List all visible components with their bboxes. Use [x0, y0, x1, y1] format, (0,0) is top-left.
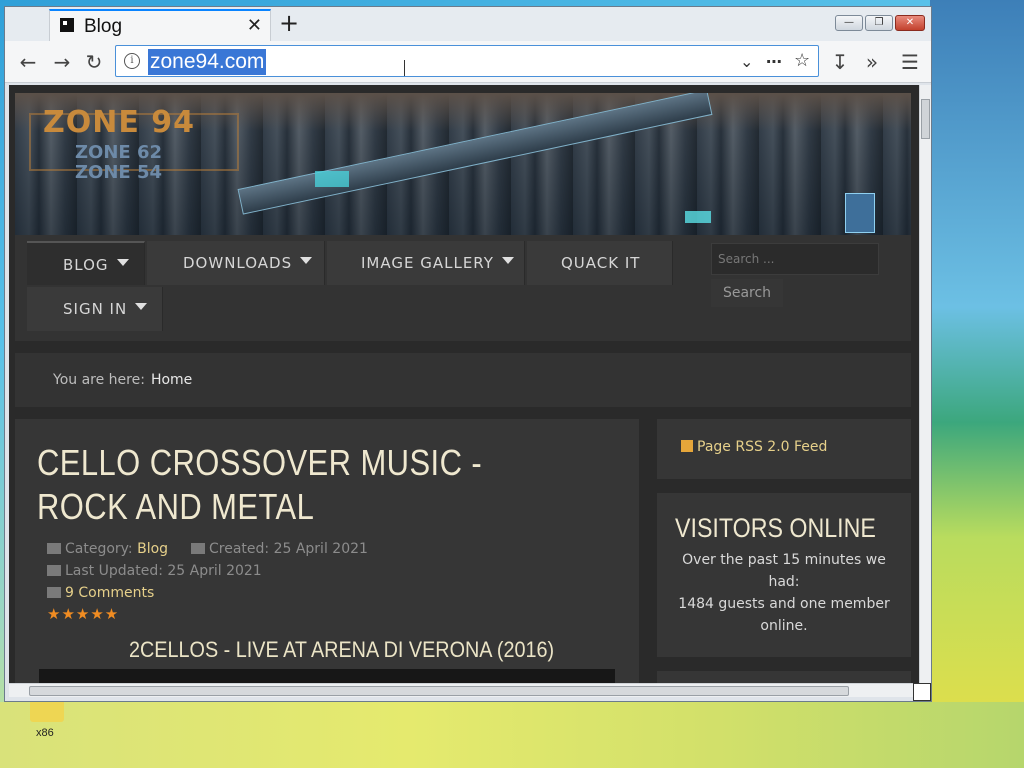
search-input[interactable]: Search ... — [711, 243, 879, 275]
new-tab-button[interactable]: + — [279, 9, 299, 37]
article-subheading: 2CELLOS - LIVE AT ARENA DI VERONA (2016) — [129, 637, 555, 662]
reload-icon[interactable]: ↻ — [81, 49, 107, 75]
menu-sign-in[interactable]: SIGN IN — [27, 287, 163, 331]
back-arrow-icon[interactable]: ← — [15, 49, 41, 75]
comment-icon — [47, 587, 61, 598]
category-link[interactable]: Blog — [137, 541, 168, 557]
tab-title: Blog — [84, 16, 123, 37]
video-embed[interactable] — [39, 669, 615, 683]
url-text[interactable]: zone94.com — [148, 49, 267, 75]
site-banner: ZONE 94 ZONE 62 ZONE 54 — [15, 93, 911, 235]
minimize-button[interactable]: — — [835, 15, 863, 31]
menu-quack-it[interactable]: QUACK IT — [527, 241, 673, 285]
menu-downloads-label: DOWNLOADS — [183, 254, 293, 272]
rating-stars[interactable]: ★★★★★ — [47, 605, 119, 623]
menu-image-gallery-label: IMAGE GALLERY — [361, 254, 494, 272]
close-window-button[interactable]: ✕ — [895, 15, 925, 31]
download-icon[interactable]: ↧ — [827, 49, 853, 75]
banner-light — [685, 211, 711, 223]
created-date: Created: 25 April 2021 — [209, 541, 368, 557]
menu-image-gallery[interactable]: IMAGE GALLERY — [327, 241, 525, 285]
menu-blog-label: BLOG — [63, 256, 109, 274]
browser-window: Blog ✕ + — ❐ ✕ ← → ↻ i zone94.com ⌄ ⋯ ☆ … — [4, 6, 932, 702]
rss-link[interactable]: Page RSS 2.0 Feed — [697, 439, 827, 455]
navigation-toolbar: ← → ↻ i zone94.com ⌄ ⋯ ☆ ↧ » ☰ — [5, 41, 931, 83]
text-cursor-icon — [404, 60, 406, 76]
desktop-folder-icon[interactable] — [30, 700, 64, 722]
logo-sub-line: ZONE 62 — [75, 142, 163, 163]
article-title[interactable]: CELLO CROSSOVER MUSIC - ROCK AND METAL — [37, 441, 519, 529]
folder-icon — [47, 543, 61, 554]
menu-quack-it-label: QUACK IT — [561, 254, 641, 272]
web-content: ZONE 94 ZONE 62 ZONE 54 BLOG DOWNLOADS I… — [9, 85, 919, 683]
banner-light — [315, 171, 349, 187]
hamburger-menu-icon[interactable]: ☰ — [897, 49, 923, 75]
desktop-icon-label: x86 — [36, 727, 54, 739]
caret-down-icon — [116, 259, 129, 266]
breadcrumb: You are here: Home — [15, 353, 911, 407]
caret-down-icon — [501, 257, 514, 264]
site-logo-sub: ZONE 62 ZONE 54 — [75, 143, 162, 183]
article-updated: Last Updated: 25 April 2021 — [47, 563, 262, 579]
menu-sign-in-label: SIGN IN — [63, 300, 128, 318]
article-created: Created: 25 April 2021 — [191, 541, 368, 557]
forward-arrow-icon[interactable]: → — [49, 49, 75, 75]
calendar-icon — [47, 565, 61, 576]
visitors-online-module: VISITORS ONLINE Over the past 15 minutes… — [657, 493, 911, 657]
visitors-text: Over the past 15 minutes we had: 1484 gu… — [667, 549, 901, 637]
desktop-wallpaper-bottom — [0, 702, 1024, 768]
caret-down-icon — [300, 257, 313, 264]
rss-icon — [681, 440, 693, 452]
comments-link[interactable]: 9 Comments — [65, 585, 154, 601]
visitors-line: Over the past 15 minutes we had: — [682, 552, 886, 590]
desktop-wallpaper — [930, 0, 1024, 768]
menu-downloads[interactable]: DOWNLOADS — [147, 241, 325, 285]
favicon-icon — [60, 18, 74, 32]
address-bar[interactable]: i zone94.com ⌄ ⋯ ☆ — [115, 45, 819, 77]
banner-screen — [845, 193, 875, 233]
browser-tab[interactable]: Blog ✕ — [49, 9, 271, 41]
tab-close-icon[interactable]: ✕ — [247, 15, 262, 36]
menu-blog[interactable]: BLOG — [27, 241, 145, 285]
breadcrumb-home[interactable]: Home — [151, 372, 192, 388]
visitors-line: 1484 guests and one member online. — [678, 596, 890, 634]
restore-button[interactable]: ❐ — [865, 15, 893, 31]
horizontal-scrollbar[interactable] — [9, 683, 919, 697]
info-icon[interactable]: i — [124, 53, 140, 69]
rss-feed[interactable]: Page RSS 2.0 Feed — [657, 419, 911, 479]
vertical-scrollbar[interactable] — [919, 85, 931, 683]
article-comments: 9 Comments — [47, 585, 154, 601]
calendar-icon — [191, 543, 205, 554]
overflow-chevron-icon[interactable]: » — [859, 49, 885, 75]
more-actions-icon[interactable]: ⋯ — [766, 52, 782, 71]
caret-down-icon — [135, 303, 148, 310]
visitors-heading: VISITORS ONLINE — [675, 513, 876, 543]
scrollbar-thumb[interactable] — [29, 686, 849, 696]
breadcrumb-prefix: You are here: — [53, 372, 145, 388]
chevron-down-icon[interactable]: ⌄ — [740, 52, 753, 71]
logo-sub-line: ZONE 54 — [75, 162, 163, 183]
article-category: Category: Blog — [47, 541, 168, 557]
title-bar: Blog ✕ + — ❐ ✕ — [5, 7, 931, 41]
bookmark-star-icon[interactable]: ☆ — [794, 50, 810, 71]
scrollbar-corner — [913, 683, 931, 701]
window-controls: — ❐ ✕ — [835, 15, 925, 31]
category-label: Category: — [65, 541, 133, 557]
search-button[interactable]: Search — [711, 279, 783, 307]
site-logo[interactable]: ZONE 94 — [43, 105, 195, 140]
updated-date: Last Updated: 25 April 2021 — [65, 563, 262, 579]
site-menu: BLOG DOWNLOADS IMAGE GALLERY QUACK IT SI… — [15, 235, 911, 341]
scrollbar-thumb[interactable] — [921, 99, 930, 139]
sidebar-module — [657, 671, 911, 683]
